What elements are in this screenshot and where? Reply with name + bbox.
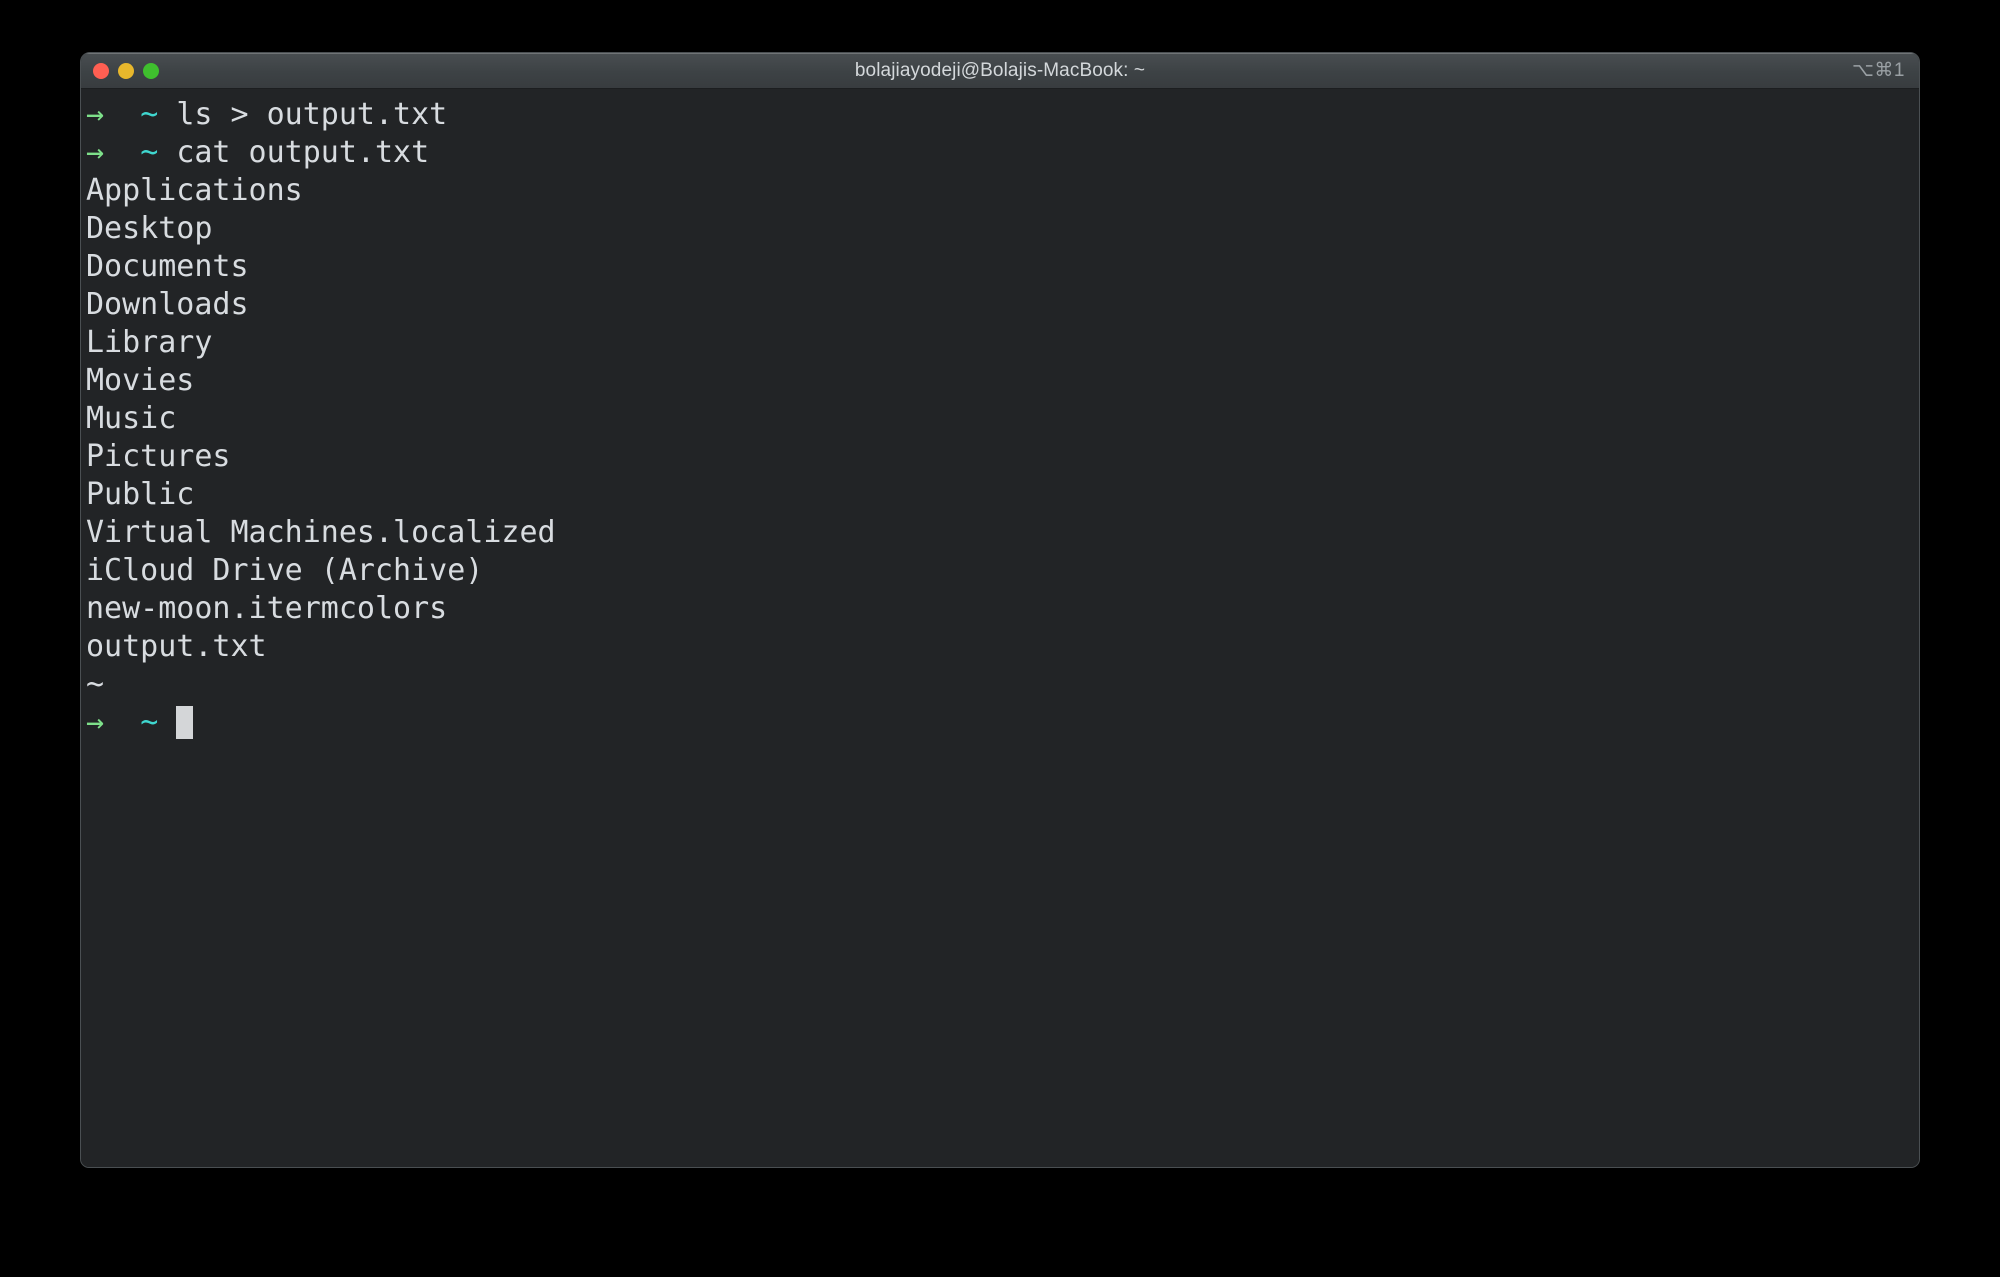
terminal-output-line: Applications — [86, 172, 1919, 210]
terminal-output-line: new-moon.itermcolors — [86, 590, 1919, 628]
terminal-command-text: ls > output.txt — [176, 97, 448, 132]
terminal-output-text: Music — [86, 401, 177, 436]
terminal-output-line: Public — [86, 476, 1919, 514]
prompt-arrow-icon: → — [86, 705, 141, 740]
prompt-arrow-icon: → — [86, 135, 141, 170]
terminal-output-line: Downloads — [86, 286, 1919, 324]
terminal-output-text: new-moon.itermcolors — [86, 591, 448, 626]
terminal-output-line: Pictures — [86, 438, 1919, 476]
terminal-command-text: cat output.txt — [176, 135, 430, 170]
terminal-output-line: ~ — [86, 666, 1919, 704]
terminal-output-line: Virtual Machines.localized — [86, 514, 1919, 552]
terminal-active-prompt-line: → ~ — [86, 704, 1919, 742]
terminal-output-line: iCloud Drive (Archive) — [86, 552, 1919, 590]
terminal-output-text: iCloud Drive (Archive) — [86, 553, 484, 588]
terminal-output-text: Public — [86, 477, 195, 512]
title-bar[interactable]: bolajiayodeji@Bolajis-MacBook: ~ ⌥⌘1 — [81, 53, 1919, 89]
prompt-path: ~ — [140, 135, 177, 170]
terminal-output-line: Documents — [86, 248, 1919, 286]
terminal-output-line: Movies — [86, 362, 1919, 400]
prompt-path: ~ — [140, 97, 177, 132]
terminal-output-text: Pictures — [86, 439, 231, 474]
prompt-arrow-icon: → — [86, 97, 141, 132]
terminal-output-text: ~ — [86, 667, 105, 702]
terminal-output-line: Desktop — [86, 210, 1919, 248]
terminal-output-text: Virtual Machines.localized — [86, 515, 556, 550]
text-cursor — [176, 706, 194, 739]
terminal-output-line: output.txt — [86, 628, 1919, 666]
terminal-output-line: Library — [86, 324, 1919, 362]
terminal-output-text: Documents — [86, 249, 249, 284]
terminal-output-text: Downloads — [86, 287, 249, 322]
terminal-command-line: → ~ cat output.txt — [86, 134, 1919, 172]
terminal-output-text: Movies — [86, 363, 195, 398]
terminal-command-line: → ~ ls > output.txt — [86, 96, 1919, 134]
terminal-output-text: Desktop — [86, 211, 213, 246]
prompt-path: ~ — [140, 705, 177, 740]
terminal-output-line: Music — [86, 400, 1919, 438]
terminal-window[interactable]: bolajiayodeji@Bolajis-MacBook: ~ ⌥⌘1 → ~… — [80, 52, 1920, 1168]
terminal-output-text: Library — [86, 325, 213, 360]
terminal-output-text: Applications — [86, 173, 303, 208]
terminal-screen[interactable]: → ~ ls > output.txt → ~ cat output.txt App… — [81, 89, 1919, 1167]
terminal-output-text: output.txt — [86, 629, 267, 664]
window-title: bolajiayodeji@Bolajis-MacBook: ~ — [854, 60, 1146, 81]
keyboard-shortcut-badge: ⌥⌘1 — [1852, 60, 1905, 81]
